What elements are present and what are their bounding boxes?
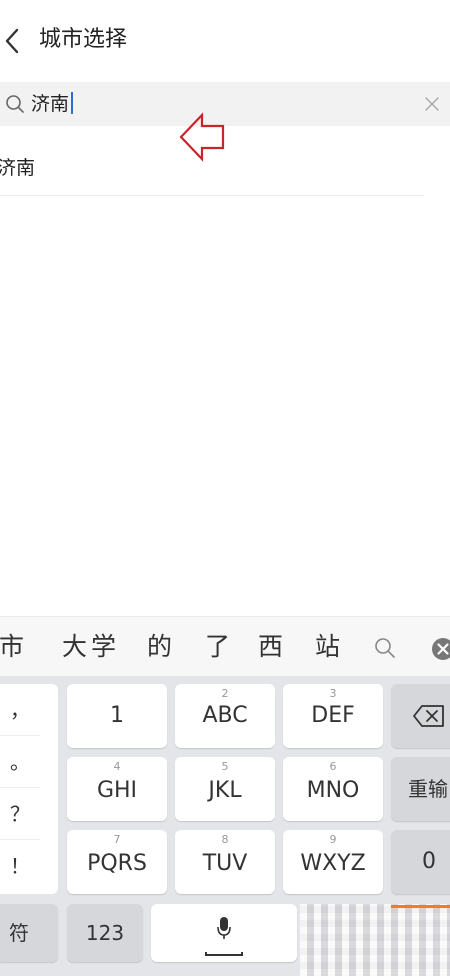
page-title: 城市选择 xyxy=(39,27,128,52)
accent-line xyxy=(391,905,450,908)
space-bar-indicator xyxy=(205,952,243,956)
key-ghi[interactable]: 4 GHI xyxy=(67,757,167,821)
numeric-key[interactable]: 123 xyxy=(67,904,143,962)
key-mno[interactable]: 6 MNO xyxy=(283,757,383,821)
key-1[interactable]: 1 xyxy=(67,684,167,748)
list-item[interactable]: 济南 xyxy=(0,148,424,196)
symbol-key[interactable]: 符 xyxy=(0,904,58,962)
microphone-icon xyxy=(217,917,231,939)
close-icon[interactable] xyxy=(422,94,442,114)
punct-key[interactable]: ， xyxy=(0,684,40,736)
text-caret xyxy=(71,92,74,114)
key-pqrs[interactable]: 7 PQRS xyxy=(67,830,167,894)
keyboard: ， 。 ？ ！ 1 2 ABC 3 DEF 4 GHI 5 JKL 6 MNO … xyxy=(0,676,450,976)
punctuation-column: ， 。 ？ ！ xyxy=(0,684,58,894)
candidate-item[interactable]: 了 xyxy=(205,630,230,664)
candidate-item[interactable]: 市 xyxy=(0,630,24,664)
candidate-bar: 市 大学 的 了 西 站 xyxy=(0,616,450,676)
key-wxyz[interactable]: 9 WXYZ xyxy=(283,830,383,894)
key-0[interactable]: 0 xyxy=(391,830,450,894)
key-jkl[interactable]: 5 JKL xyxy=(175,757,275,821)
backspace-icon xyxy=(413,705,444,727)
key-def[interactable]: 3 DEF xyxy=(283,684,383,748)
chevron-left-icon xyxy=(5,28,19,54)
close-circle-icon[interactable] xyxy=(431,637,450,661)
punct-key[interactable]: ？ xyxy=(0,788,40,840)
search-icon xyxy=(6,95,24,113)
candidate-item[interactable]: 的 xyxy=(147,630,172,664)
key-abc[interactable]: 2 ABC xyxy=(175,684,275,748)
header: 城市选择 xyxy=(0,0,450,80)
punct-key[interactable]: ！ xyxy=(0,840,40,892)
search-input[interactable]: 济南 xyxy=(31,88,74,120)
mosaic-watermark xyxy=(300,904,450,976)
search-input-value: 济南 xyxy=(31,93,70,115)
reinput-key[interactable]: 重输 xyxy=(391,757,450,821)
key-tuv[interactable]: 8 TUV xyxy=(175,830,275,894)
result-label: 济南 xyxy=(0,157,36,179)
candidate-item[interactable]: 站 xyxy=(315,630,340,664)
candidate-item[interactable]: 大学 xyxy=(62,630,120,664)
search-icon[interactable] xyxy=(373,636,397,660)
candidate-item[interactable]: 西 xyxy=(258,630,283,664)
punct-key[interactable]: 。 xyxy=(0,736,40,788)
backspace-key[interactable] xyxy=(391,684,450,748)
back-button[interactable] xyxy=(0,26,24,56)
